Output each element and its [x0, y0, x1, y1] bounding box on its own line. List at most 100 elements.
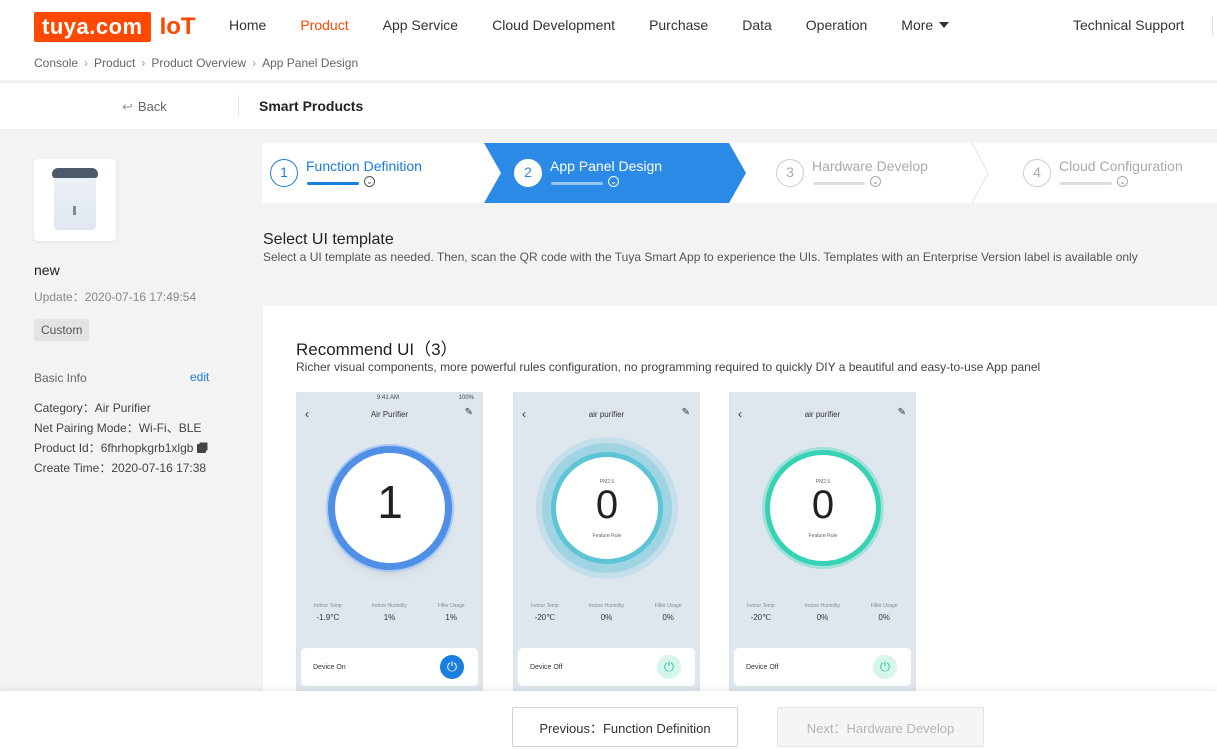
logo-suffix: IoT: [159, 13, 196, 40]
product-id-row: Product Id：6fhrhopkgrb1xlgb: [34, 439, 207, 456]
nav-product[interactable]: Product: [300, 17, 348, 33]
status-battery: 100%: [458, 395, 474, 401]
stat-value: 0%: [816, 613, 829, 622]
device-power-row: Device On ⏻: [301, 648, 478, 686]
ui-template-card[interactable]: 9:41 AM 100% ‹ Air Purifier ✎ 1 Indoor T…: [296, 392, 483, 696]
tuya-logo[interactable]: tuya.com IoT: [34, 11, 196, 43]
section-description: Select a UI template as needed. Then, sc…: [263, 250, 1138, 264]
stat-value: -20℃: [750, 613, 772, 622]
step-label: Cloud Configuration: [1059, 158, 1183, 174]
device-power-row: Device Off ⏻: [734, 648, 911, 686]
stat-label: Indoor Humidity: [372, 603, 408, 609]
step-progress-bar: [813, 182, 865, 185]
template-title: air purifier: [588, 410, 625, 419]
status-time: 9:41 AM: [377, 395, 400, 401]
value-ring: PM2.5 0 Feature Rule: [556, 457, 658, 559]
nav-operation[interactable]: Operation: [806, 17, 867, 33]
chevron-down-icon: ⌄: [608, 176, 619, 187]
step-cloud-configuration[interactable]: 4 Cloud Configuration ⌄: [993, 143, 1217, 203]
chevron-right-icon: ›: [141, 56, 146, 70]
technical-support-link[interactable]: Technical Support: [1073, 17, 1184, 33]
device-status-label: Device Off: [746, 664, 779, 671]
main-nav: Home Product App Service Cloud Developme…: [229, 17, 983, 33]
subheader-divider: [238, 95, 239, 117]
edit-icon: ✎: [897, 407, 906, 418]
power-icon: ⏻: [657, 655, 681, 679]
breadcrumb-console[interactable]: Console: [34, 56, 78, 70]
device-status-label: Device Off: [530, 664, 563, 671]
next-button[interactable]: Next：Hardware Develop: [777, 707, 984, 747]
step-function-definition[interactable]: 1 Function Definition ⌄: [262, 143, 484, 203]
phone-status-bar: 9:41 AM 100%: [297, 393, 482, 405]
ring-bottom-label: Feature Rule: [592, 533, 622, 539]
ui-template-card[interactable]: ‹ air purifier ✎ PM2.5 0 Feature Rule In…: [729, 392, 916, 696]
stats-row: Indoor Temp -20℃ Indoor Humidity 0% Filter…: [514, 603, 699, 633]
chevron-down-icon: ⌄: [870, 176, 881, 187]
step-number: 1: [270, 159, 298, 187]
chevron-down-icon: ⌄: [364, 176, 375, 187]
ring-value: 0: [811, 483, 835, 527]
template-title: Air Purifier: [370, 410, 409, 419]
product-thumbnail: [34, 159, 116, 241]
stat-value: -20℃: [534, 613, 556, 622]
step-hardware-develop[interactable]: 3 Hardware Develop ⌄: [746, 143, 986, 203]
edit-link[interactable]: edit: [190, 370, 209, 384]
product-update-time: Update：2020-07-16 17:49:54: [34, 290, 197, 304]
product-name: new: [34, 262, 60, 278]
template-title: air purifier: [804, 410, 841, 419]
power-icon: ⏻: [440, 655, 464, 679]
basic-info-label: Basic Info: [34, 371, 87, 385]
step-number: 2: [514, 159, 542, 187]
stat-value: 0%: [662, 613, 674, 622]
product-info-panel: new Update：2020-07-16 17:49:54 Custom Ba…: [0, 131, 238, 691]
ring-value: 1: [377, 476, 403, 528]
chevron-right-icon: ›: [84, 56, 89, 70]
nav-purchase[interactable]: Purchase: [649, 17, 708, 33]
edit-icon: ✎: [681, 407, 690, 418]
stat-label: Indoor Temp: [530, 603, 559, 609]
air-purifier-image: [52, 168, 98, 230]
chevron-right-icon: ›: [252, 56, 257, 70]
value-ring: 1: [335, 453, 445, 563]
section-title: Select UI template: [263, 231, 394, 248]
ring-bottom-label: Feature Rule: [808, 533, 838, 539]
stat-label: Indoor Humidity: [805, 603, 841, 609]
step-app-panel-design[interactable]: 2 App Panel Design ⌄: [484, 143, 746, 203]
stat-label: Indoor Temp: [746, 603, 775, 609]
value-ring: PM2.5 0 Feature Rule: [770, 455, 876, 561]
nav-divider: [1212, 16, 1213, 36]
stat-label: Filter Usage: [870, 603, 898, 609]
stat-value: 1%: [445, 613, 457, 622]
stat-value: -1.9°C: [316, 613, 340, 622]
step-number: 3: [776, 159, 804, 187]
recommend-title: Recommend UI（3）: [296, 340, 458, 359]
stat-label: Filter Usage: [654, 603, 682, 609]
nav-more[interactable]: More: [901, 17, 949, 33]
previous-button[interactable]: Previous：Function Definition: [512, 707, 738, 747]
nav-cloud-development[interactable]: Cloud Development: [492, 17, 615, 33]
step-progress-bar: [551, 182, 603, 185]
recommend-description: Richer visual components, more powerful …: [296, 360, 1041, 374]
device-power-row: Device Off ⏻: [518, 648, 695, 686]
step-progress-bar: [1060, 182, 1112, 185]
breadcrumb-product-overview[interactable]: Product Overview: [151, 56, 246, 70]
back-button[interactable]: Back: [122, 99, 167, 115]
breadcrumb: Console › Product › Product Overview › App Pan…: [34, 56, 358, 70]
main-content: 1 Function Definition ⌄ 2 App Panel Desi…: [248, 131, 1217, 696]
top-navbar: tuya.com IoT Home Product App Service Cl…: [0, 0, 1217, 80]
stats-row: Indoor Temp -20℃ Indoor Humidity 0% Filter…: [730, 603, 915, 633]
page-title: Smart Products: [259, 98, 364, 114]
chevron-down-icon: ⌄: [1117, 176, 1128, 187]
ring-value: 0: [595, 483, 619, 527]
power-icon: ⏻: [873, 655, 897, 679]
nav-data[interactable]: Data: [742, 17, 772, 33]
breadcrumb-product[interactable]: Product: [94, 56, 135, 70]
ui-template-card[interactable]: ‹ air purifier ✎ PM2.5 0 Feature Rule In…: [513, 392, 700, 696]
device-status-label: Device On: [313, 664, 346, 671]
copy-icon[interactable]: [197, 444, 207, 453]
stat-label: Filter Usage: [437, 603, 465, 609]
nav-home[interactable]: Home: [229, 17, 266, 33]
nav-app-service[interactable]: App Service: [383, 17, 458, 33]
logo-text: tuya.com: [34, 12, 151, 42]
step-progress-bar: [307, 182, 359, 185]
